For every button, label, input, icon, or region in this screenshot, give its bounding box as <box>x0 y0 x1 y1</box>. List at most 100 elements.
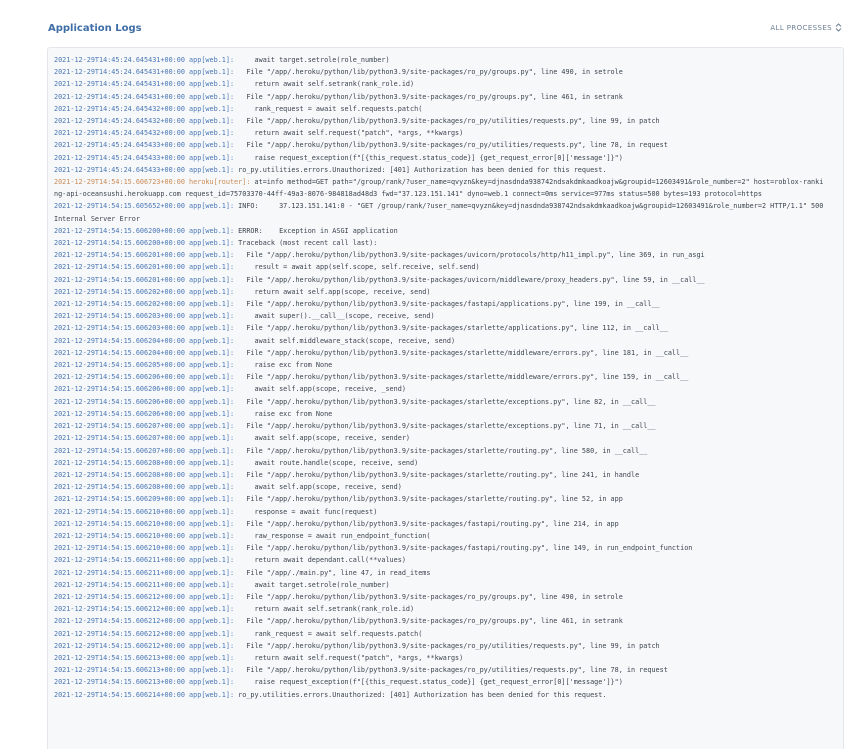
log-source: app[web.1]: <box>189 275 235 284</box>
log-source: app[web.1]: <box>189 592 235 601</box>
log-timestamp: 2021-12-29T14:54:15.606214+00:00 <box>54 690 185 699</box>
log-line: 2021-12-29T14:54:15.606206+00:00 app[web… <box>54 396 824 408</box>
log-timestamp: 2021-12-29T14:54:15.606202+00:00 <box>54 300 185 309</box>
log-timestamp: 2021-12-29T14:54:15.606212+00:00 <box>54 592 185 601</box>
log-message: File "/app/.heroku/python/lib/python3.9/… <box>234 592 623 601</box>
log-source: app[web.1]: <box>189 287 235 296</box>
log-message: File "/app/.heroku/python/lib/python3.9/… <box>234 617 623 626</box>
log-line: 2021-12-29T14:54:15.606212+00:00 app[web… <box>54 615 824 627</box>
log-line: 2021-12-29T14:54:15.606200+00:00 app[web… <box>54 225 824 237</box>
log-timestamp: 2021-12-29T14:54:15.606206+00:00 <box>54 409 185 418</box>
chevron-up-down-icon <box>835 23 842 32</box>
log-message: File "/app/.heroku/python/lib/python3.9/… <box>234 68 623 77</box>
log-timestamp: 2021-12-29T14:54:15.606202+00:00 <box>54 287 185 296</box>
log-message: File "/app/./main.py", line 47, in read_… <box>234 568 431 577</box>
log-source: app[web.1]: <box>189 617 235 626</box>
log-message: File "/app/.heroku/python/lib/python3.9/… <box>234 275 705 284</box>
log-message: return await self.setrank(rank_role.id) <box>234 605 415 614</box>
log-timestamp: 2021-12-29T14:54:15.606212+00:00 <box>54 617 185 626</box>
log-timestamp: 2021-12-29T14:54:15.606213+00:00 <box>54 666 185 675</box>
log-line: 2021-12-29T14:54:15.606203+00:00 app[web… <box>54 322 824 334</box>
log-line: 2021-12-29T14:45:24.645433+00:00 app[web… <box>54 152 824 164</box>
process-filter-label: ALL PROCESSES <box>770 23 832 32</box>
log-message: await route.handle(scope, receive, send) <box>234 458 419 467</box>
log-line: 2021-12-29T14:45:24.645432+00:00 app[web… <box>54 115 824 127</box>
log-timestamp: 2021-12-29T14:54:15.606200+00:00 <box>54 226 185 235</box>
log-message: await target.setrole(role_number) <box>234 580 390 589</box>
log-message: raise request_exception(f"[{this_request… <box>234 153 623 162</box>
log-line: 2021-12-29T14:54:15.606206+00:00 app[web… <box>54 408 824 420</box>
log-line: 2021-12-29T14:54:15.606210+00:00 app[web… <box>54 542 824 554</box>
log-source: app[web.1]: <box>189 239 235 248</box>
log-timestamp: 2021-12-29T14:54:15.606210+00:00 <box>54 544 185 553</box>
log-timestamp: 2021-12-29T14:54:15.606723+00:00 <box>54 178 185 187</box>
log-line: 2021-12-29T14:54:15.606201+00:00 app[web… <box>54 261 824 273</box>
process-filter-dropdown[interactable]: ALL PROCESSES <box>770 23 842 32</box>
log-message: File "/app/.heroku/python/lib/python3.9/… <box>234 373 689 382</box>
log-message: return await self.setrank(rank_role.id) <box>234 80 415 89</box>
log-timestamp: 2021-12-29T14:45:24.645431+00:00 <box>54 56 185 64</box>
log-message: return await self.request("patch", *args… <box>234 653 464 662</box>
log-line: 2021-12-29T14:54:15.606207+00:00 app[web… <box>54 432 824 444</box>
log-message: File "/app/.heroku/python/lib/python3.9/… <box>234 519 619 528</box>
log-message: File "/app/.heroku/python/lib/python3.9/… <box>234 470 640 479</box>
log-timestamp: 2021-12-29T14:45:24.645432+00:00 <box>54 104 185 113</box>
log-message: ro_py.utilities.errors.Unauthorized: [40… <box>234 165 607 174</box>
log-line: 2021-12-29T14:54:15.606206+00:00 app[web… <box>54 371 824 383</box>
log-source: app[web.1]: <box>189 409 235 418</box>
log-line: 2021-12-29T14:45:24.645431+00:00 app[web… <box>54 91 824 103</box>
log-source: app[web.1]: <box>189 458 235 467</box>
log-output-panel[interactable]: 2021-12-29T14:45:24.645431+00:00 app[web… <box>47 47 844 749</box>
log-source: app[web.1]: <box>189 495 235 504</box>
log-message: File "/app/.heroku/python/lib/python3.9/… <box>234 348 689 357</box>
log-message: File "/app/.heroku/python/lib/python3.9/… <box>234 544 693 553</box>
log-source: app[web.1]: <box>189 226 235 235</box>
log-source: app[web.1]: <box>189 385 235 394</box>
log-message: await target.setrole(role_number) <box>234 56 390 64</box>
log-source: app[web.1]: <box>189 531 235 540</box>
log-line: 2021-12-29T14:54:15.606211+00:00 app[web… <box>54 554 824 566</box>
log-message: return await self.app(scope, receive, se… <box>234 287 431 296</box>
log-line: 2021-12-29T14:54:15.606212+00:00 app[web… <box>54 628 824 640</box>
log-source: app[web.1]: <box>189 104 235 113</box>
log-source: app[web.1]: <box>189 605 235 614</box>
log-source: app[web.1]: <box>189 117 235 126</box>
log-message: File "/app/.heroku/python/lib/python3.9/… <box>234 251 705 260</box>
log-line: 2021-12-29T14:54:15.606204+00:00 app[web… <box>54 347 824 359</box>
log-source: app[web.1]: <box>189 324 235 333</box>
log-line: 2021-12-29T14:54:15.605652+00:00 app[web… <box>54 200 824 224</box>
log-source: app[web.1]: <box>189 141 235 150</box>
log-source: app[web.1]: <box>189 470 235 479</box>
log-message: File "/app/.heroku/python/lib/python3.9/… <box>234 117 660 126</box>
log-timestamp: 2021-12-29T14:54:15.606207+00:00 <box>54 446 185 455</box>
log-source: app[web.1]: <box>189 483 235 492</box>
log-line: 2021-12-29T14:54:15.606212+00:00 app[web… <box>54 603 824 615</box>
log-timestamp: 2021-12-29T14:54:15.606201+00:00 <box>54 263 185 272</box>
log-line: 2021-12-29T14:54:15.606203+00:00 app[web… <box>54 310 824 322</box>
log-source: app[web.1]: <box>189 544 235 553</box>
log-line: 2021-12-29T14:45:24.645433+00:00 app[web… <box>54 139 824 151</box>
log-line: 2021-12-29T14:45:24.645432+00:00 app[web… <box>54 103 824 115</box>
log-message: return await dependant.call(**values) <box>234 556 406 565</box>
log-source: app[web.1]: <box>189 361 235 370</box>
log-line: 2021-12-29T14:54:15.606213+00:00 app[web… <box>54 664 824 676</box>
log-line: 2021-12-29T14:54:15.606205+00:00 app[web… <box>54 359 824 371</box>
log-timestamp: 2021-12-29T14:45:24.645433+00:00 <box>54 141 185 150</box>
log-line: 2021-12-29T14:54:15.606204+00:00 app[web… <box>54 335 824 347</box>
log-line: 2021-12-29T14:54:15.606207+00:00 app[web… <box>54 445 824 457</box>
log-source: app[web.1]: <box>189 653 235 662</box>
log-source: app[web.1]: <box>189 263 235 272</box>
log-source: app[web.1]: <box>189 202 235 211</box>
log-message: raise request_exception(f"[{this_request… <box>234 678 623 687</box>
log-line: 2021-12-29T14:54:15.606208+00:00 app[web… <box>54 469 824 481</box>
log-timestamp: 2021-12-29T14:54:15.606207+00:00 <box>54 434 185 443</box>
log-message: File "/app/.heroku/python/lib/python3.9/… <box>234 495 623 504</box>
log-source: app[web.1]: <box>189 556 235 565</box>
log-source: app[web.1]: <box>189 397 235 406</box>
log-source: app[web.1]: <box>189 165 235 174</box>
log-line: 2021-12-29T14:54:15.606201+00:00 app[web… <box>54 274 824 286</box>
log-timestamp: 2021-12-29T14:45:24.645432+00:00 <box>54 117 185 126</box>
log-source: app[web.1]: <box>189 666 235 675</box>
log-message: File "/app/.heroku/python/lib/python3.9/… <box>234 422 656 431</box>
log-message: raise exc from None <box>234 409 333 418</box>
